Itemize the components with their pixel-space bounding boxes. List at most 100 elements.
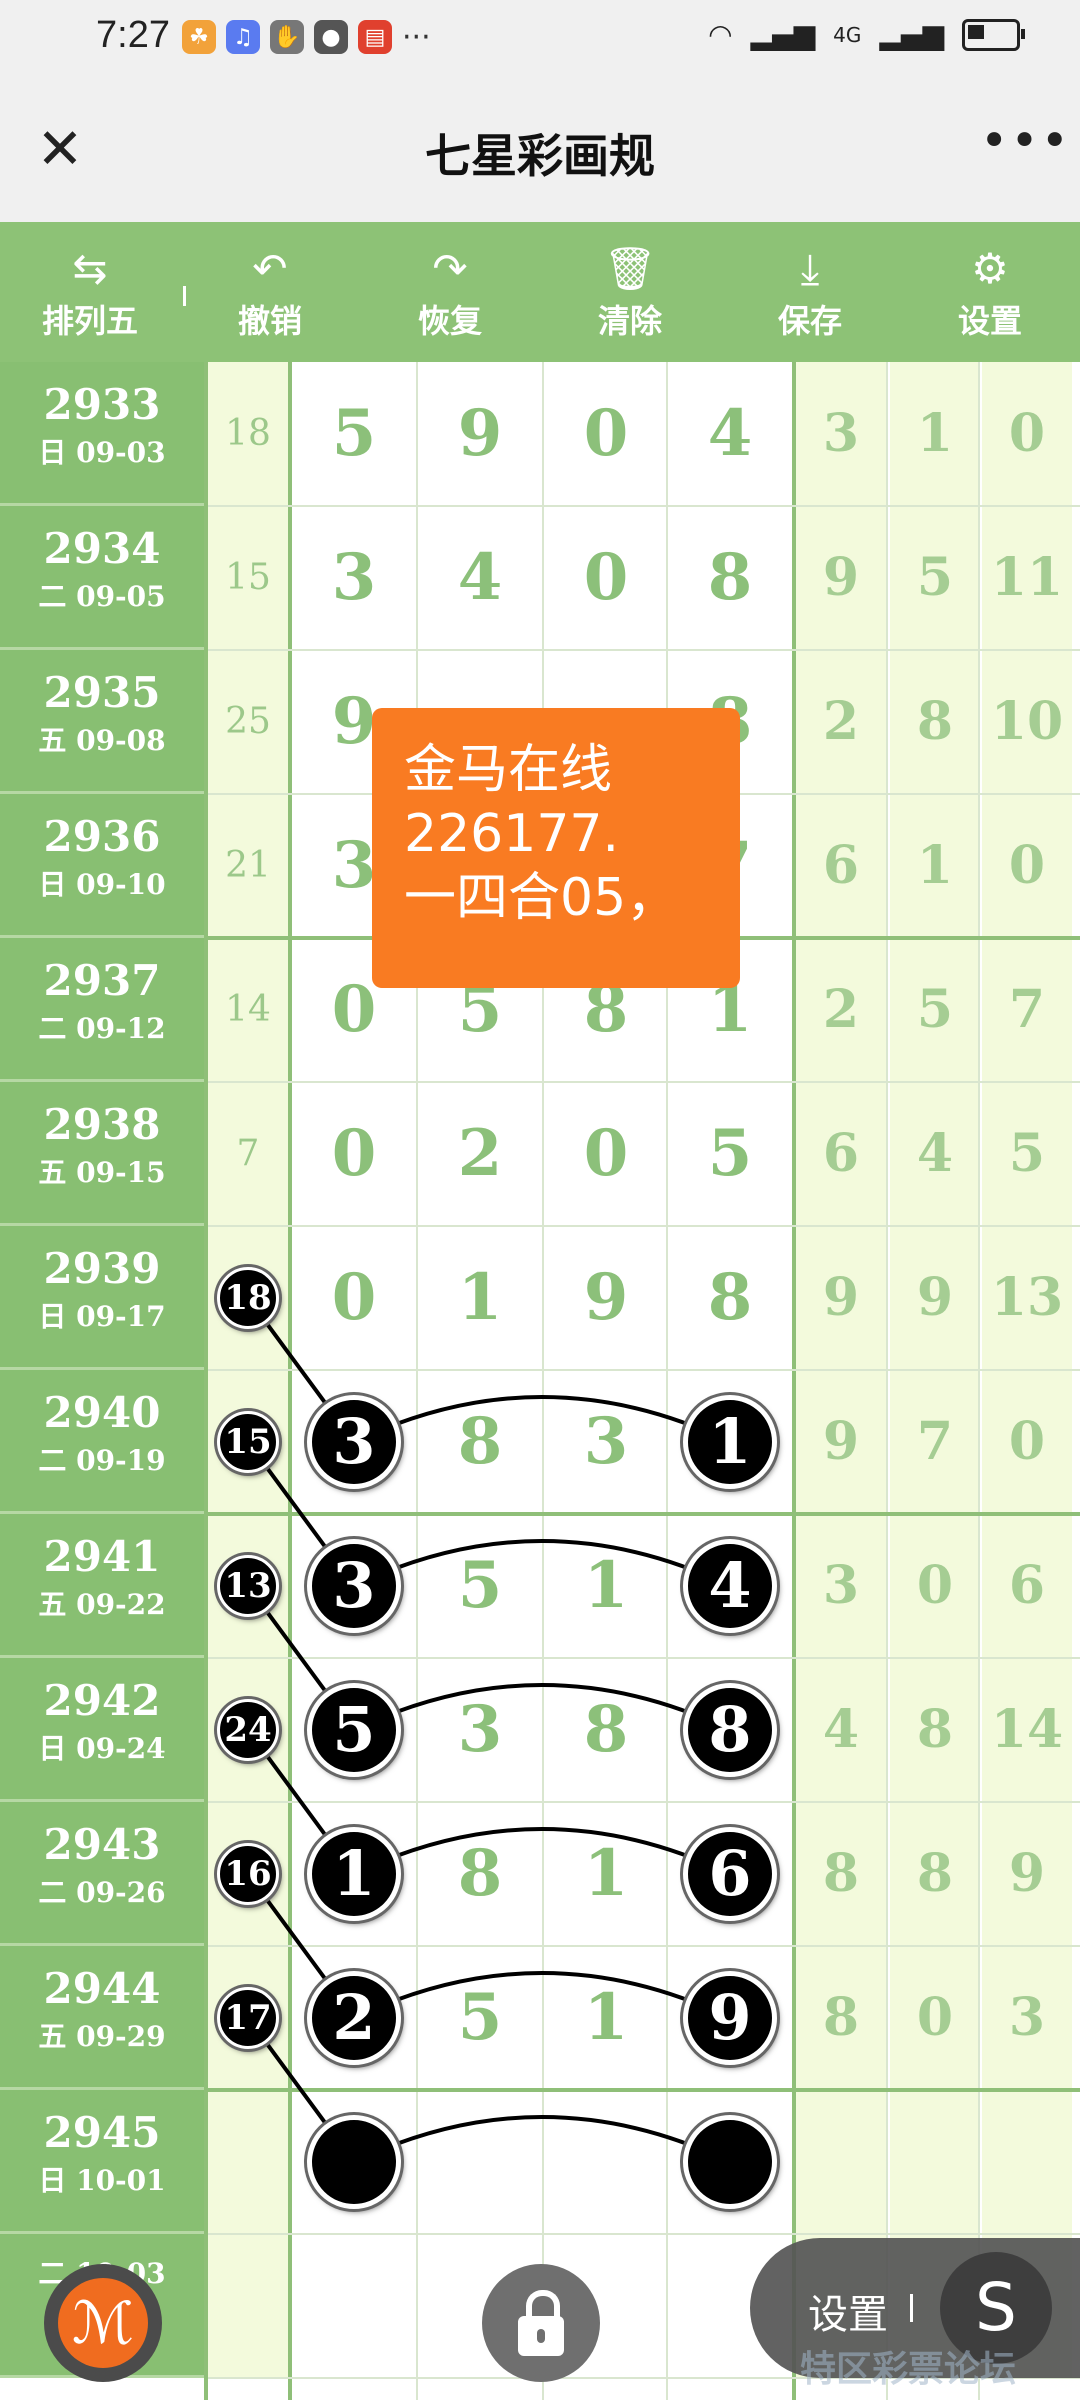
save-button[interactable]: ⤓ 保存 bbox=[720, 222, 900, 362]
table-row: 2939 日 09-17 0 1 9 8 9 9 13 bbox=[0, 1226, 1080, 1370]
digit-ball-marker[interactable]: 3 bbox=[307, 1395, 401, 1489]
table-row: 2938 五 09-15 7 0 2 0 5 6 4 5 bbox=[0, 1082, 1080, 1226]
sum-ball-marker[interactable]: 17 bbox=[217, 1987, 279, 2049]
digit-ball-marker[interactable]: 3 bbox=[307, 1539, 401, 1633]
toolbar-label: 保存 bbox=[777, 302, 842, 340]
issue-number: 2939 bbox=[43, 1244, 161, 1293]
extra-cell: 9 bbox=[796, 1226, 886, 1370]
undo-button[interactable]: ↶ 撤销 bbox=[180, 222, 360, 362]
digit-cell[interactable]: 9 bbox=[544, 1226, 668, 1370]
more-menu-button[interactable]: ••• bbox=[980, 116, 1069, 176]
digit-cell[interactable]: 4 bbox=[668, 362, 792, 506]
toolbar-label: 撤销 bbox=[237, 302, 302, 340]
extra-cell: 3 bbox=[982, 1946, 1072, 2090]
digit-cell[interactable]: 3 bbox=[292, 506, 416, 650]
digit-cell[interactable]: 5 bbox=[418, 1946, 542, 2090]
grid-line bbox=[208, 1801, 1080, 1803]
digit-cell[interactable]: 0 bbox=[544, 362, 668, 506]
issue-date: 五 09-08 bbox=[38, 724, 166, 757]
watermark: 特区彩票论坛 bbox=[800, 2349, 1017, 2390]
grid-line bbox=[208, 1512, 1080, 1516]
digit-cell[interactable]: 8 bbox=[544, 1658, 668, 1802]
issue-number: 2945 bbox=[43, 2108, 161, 2157]
issue-date: 日 09-03 bbox=[38, 436, 166, 469]
digit-ball-marker[interactable] bbox=[683, 2115, 777, 2209]
grid-line bbox=[208, 1369, 1080, 1371]
issue-number: 2938 bbox=[43, 1100, 161, 1149]
digit-cell[interactable] bbox=[418, 2090, 542, 2234]
notification-icons: ☘ ♫ ✋ ● ▤ ··· bbox=[182, 20, 431, 55]
digit-ball-marker[interactable]: 1 bbox=[307, 1827, 401, 1921]
sum-cell: 18 bbox=[208, 362, 288, 506]
ad-popup[interactable]: 金马在线 226177. 一四合05， bbox=[372, 708, 740, 988]
sum-ball-marker[interactable]: 15 bbox=[217, 1411, 279, 1473]
issue-number: 2934 bbox=[43, 524, 161, 573]
digit-cell[interactable] bbox=[292, 2234, 416, 2378]
extra-cell: 5 bbox=[982, 1082, 1072, 1226]
digit-cell[interactable]: 5 bbox=[292, 362, 416, 506]
clear-button[interactable]: 🗑 清除 bbox=[540, 222, 720, 362]
digit-cell[interactable]: 9 bbox=[418, 362, 542, 506]
toolbar: ⇆ 排列五 ↶ 撤销 ↷ 恢复 🗑 清除 ⤓ 保存 ⚙ 设置 bbox=[0, 222, 1080, 362]
digit-cell[interactable]: 3 bbox=[544, 1370, 668, 1514]
draw-history-grid[interactable]: 2933 日 09-03 18 5 9 0 4 3 1 0 2934 二 09-05 15 3 4 0 8 9 5 1… bbox=[0, 362, 1080, 2400]
grid-line bbox=[208, 2233, 1080, 2235]
grid-line bbox=[542, 362, 544, 2400]
redo-button[interactable]: ↷ 恢复 bbox=[360, 222, 540, 362]
grid-line bbox=[208, 1945, 1080, 1947]
digit-ball-marker[interactable] bbox=[307, 2115, 401, 2209]
status-bar: 7:27 ☘ ♫ ✋ ● ▤ ··· ◠ ▂▄▆ 4G ▂▄▆ bbox=[0, 0, 1080, 80]
settings-button[interactable]: ⚙ 设置 bbox=[900, 222, 1080, 362]
digit-ball-marker[interactable]: 6 bbox=[683, 1827, 777, 1921]
sum-ball-marker[interactable]: 16 bbox=[217, 1843, 279, 1905]
digit-ball-marker[interactable]: 8 bbox=[683, 1683, 777, 1777]
digit-cell[interactable]: 2 bbox=[418, 1082, 542, 1226]
digit-cell[interactable]: 0 bbox=[544, 1082, 668, 1226]
digit-cell[interactable]: 8 bbox=[668, 506, 792, 650]
issue-date: 二 09-26 bbox=[38, 1876, 166, 1909]
brush-fab[interactable]: ℳ bbox=[44, 2264, 162, 2382]
digit-ball-marker[interactable]: 1 bbox=[683, 1395, 777, 1489]
digit-cell[interactable]: 4 bbox=[418, 506, 542, 650]
sum-ball-marker[interactable]: 24 bbox=[217, 1699, 279, 1761]
digit-cell[interactable] bbox=[544, 2090, 668, 2234]
extra-cell: 1 bbox=[890, 362, 980, 506]
digit-ball-marker[interactable]: 5 bbox=[307, 1683, 401, 1777]
digit-cell[interactable]: 3 bbox=[418, 1658, 542, 1802]
issue-date: 日 09-10 bbox=[38, 868, 166, 901]
digit-cell[interactable]: 8 bbox=[418, 1370, 542, 1514]
digit-cell[interactable]: 1 bbox=[418, 1226, 542, 1370]
wifi-icon: ◠ bbox=[708, 18, 733, 51]
sum-cell: 14 bbox=[208, 938, 288, 1082]
issue-number: 2942 bbox=[43, 1676, 161, 1725]
digit-cell[interactable]: 8 bbox=[668, 1226, 792, 1370]
digit-cell[interactable]: 1 bbox=[544, 1802, 668, 1946]
extra-cell: 7 bbox=[982, 938, 1072, 1082]
lock-fab[interactable] bbox=[482, 2264, 600, 2382]
digit-cell[interactable]: 0 bbox=[292, 1226, 416, 1370]
sum-ball-marker[interactable]: 18 bbox=[217, 1267, 279, 1329]
table-row: 2944 五 09-29 5 1 8 0 3 bbox=[0, 1946, 1080, 2090]
digit-cell[interactable]: 1 bbox=[544, 1946, 668, 2090]
issue-date: 日 09-17 bbox=[38, 1300, 166, 1333]
issue-cell: 2936 日 09-10 bbox=[0, 794, 204, 938]
extra-cell: 4 bbox=[796, 1658, 886, 1802]
digit-ball-marker[interactable]: 9 bbox=[683, 1971, 777, 2065]
issue-number: 2940 bbox=[43, 1388, 161, 1437]
issue-number: 2933 bbox=[43, 380, 161, 429]
digit-cell[interactable]: 5 bbox=[668, 1082, 792, 1226]
digit-cell[interactable]: 1 bbox=[544, 1514, 668, 1658]
table-row: 2940 二 09-19 8 3 9 7 0 bbox=[0, 1370, 1080, 1514]
table-row: 2934 二 09-05 15 3 4 0 8 9 5 11 bbox=[0, 506, 1080, 650]
toolbar-divider bbox=[183, 286, 186, 306]
digit-cell[interactable]: 0 bbox=[544, 506, 668, 650]
digit-cell[interactable]: 0 bbox=[292, 1082, 416, 1226]
digit-ball-marker[interactable]: 2 bbox=[307, 1971, 401, 2065]
digit-ball-marker[interactable]: 4 bbox=[683, 1539, 777, 1633]
digit-cell[interactable]: 5 bbox=[418, 1514, 542, 1658]
sum-ball-marker[interactable]: 13 bbox=[217, 1555, 279, 1617]
signal-icon-2: ▂▄▆ bbox=[879, 18, 944, 51]
toolbar-lottery-switch[interactable]: ⇆ 排列五 bbox=[0, 222, 180, 362]
digit-cell[interactable]: 8 bbox=[418, 1802, 542, 1946]
signal-icon: ▂▄▆ bbox=[750, 18, 816, 51]
